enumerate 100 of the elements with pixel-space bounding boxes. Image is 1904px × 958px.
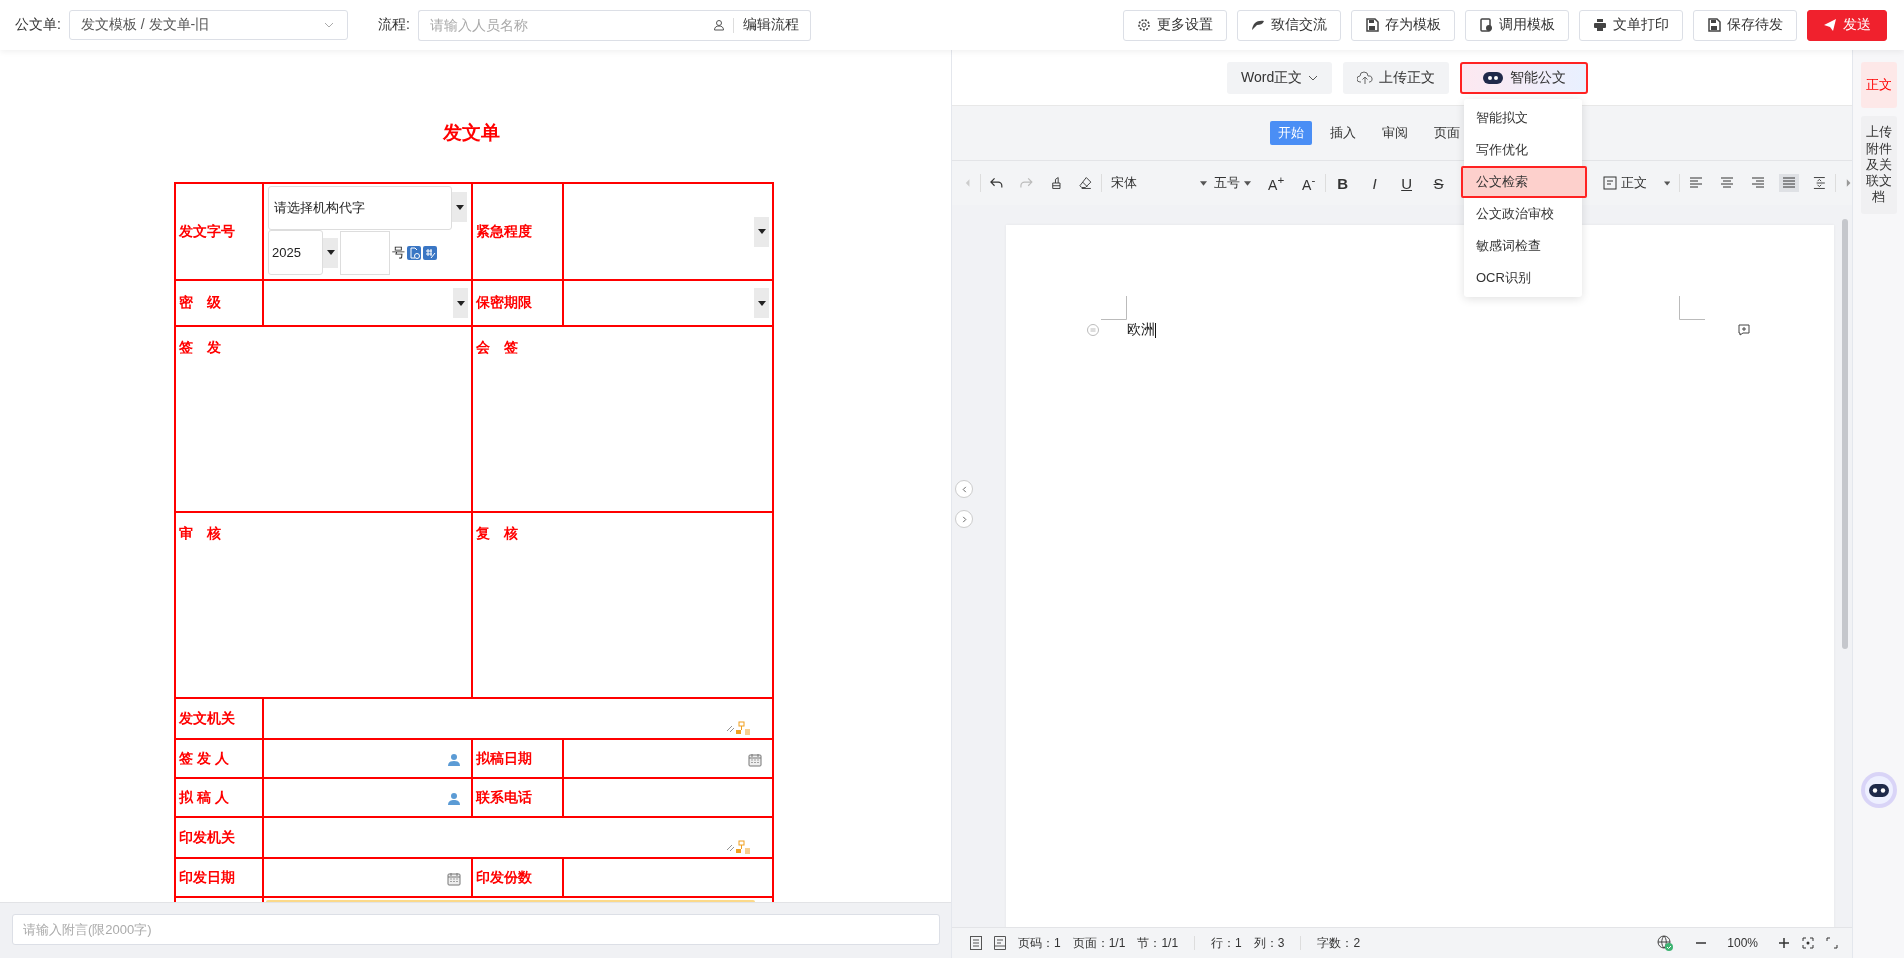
- chevron-left-icon: [960, 485, 968, 493]
- page-view-icon[interactable]: [994, 936, 1006, 950]
- zoom-in-icon[interactable]: [1778, 937, 1790, 949]
- caret-icon: [455, 204, 464, 210]
- toolbar-button[interactable]: 文单打印: [1579, 9, 1683, 41]
- flow-label: 流程:: [377, 16, 410, 34]
- menu-item[interactable]: 公文检索: [1461, 166, 1587, 198]
- format-button[interactable]: U: [1399, 174, 1415, 192]
- status-text: 列：3: [1253, 934, 1285, 952]
- format-painter-icon[interactable]: [1049, 176, 1063, 190]
- align-right-icon: [1751, 177, 1766, 189]
- toolbar-button[interactable]: 保存待发: [1693, 9, 1797, 41]
- menu-item[interactable]: OCR识别: [1464, 262, 1582, 294]
- calendar-icon[interactable]: [447, 871, 461, 886]
- caret-icon: [456, 300, 465, 306]
- org-select[interactable]: 请选择机构代字: [268, 186, 453, 230]
- margin-corner-mark: [1679, 296, 1705, 320]
- format-button[interactable]: I: [1367, 174, 1383, 192]
- field-label: 签 发: [178, 339, 221, 355]
- dropdown-button[interactable]: [453, 288, 468, 318]
- form-title: 发文单: [442, 121, 501, 145]
- font-size-button[interactable]: A$^{+}$: [1268, 173, 1285, 193]
- field-label: 紧急程度: [475, 222, 532, 239]
- number-suffix: 号: [392, 243, 405, 262]
- number-field[interactable]: [340, 230, 390, 275]
- save-icon: [1707, 18, 1721, 32]
- menu-item[interactable]: 公文政治审校: [1464, 198, 1582, 230]
- editor-mode-button[interactable]: Word正文: [1227, 61, 1333, 94]
- format-button[interactable]: B: [1335, 174, 1351, 192]
- field-label: 审 核: [178, 525, 221, 541]
- status-text: 字数：2: [1317, 934, 1361, 952]
- ribbon-tab[interactable]: 插入: [1322, 121, 1364, 145]
- outline-icon[interactable]: [970, 936, 982, 950]
- status-text: 页面：1/1: [1072, 934, 1126, 952]
- field-label: 印发份数: [475, 868, 532, 885]
- globe-check-icon[interactable]: [1657, 935, 1674, 951]
- gear-icon: [1137, 18, 1151, 32]
- toolbar-button[interactable]: 调用模板: [1465, 9, 1569, 41]
- memo-field[interactable]: 请输入附言(限2000字): [12, 914, 940, 945]
- person-icon[interactable]: [447, 752, 461, 767]
- robot-icon: [1482, 69, 1505, 86]
- robot-assistant-icon[interactable]: [1861, 772, 1897, 808]
- field-label: 发文机关: [178, 709, 235, 726]
- caret-icon[interactable]: [1663, 180, 1671, 186]
- field-label: 复 核: [475, 525, 518, 541]
- toolbar-button[interactable]: 致信交流: [1237, 9, 1341, 41]
- dropdown-button[interactable]: [323, 237, 338, 268]
- dropdown-button[interactable]: [754, 288, 769, 318]
- form-label: 公文单:: [15, 16, 61, 34]
- font-size-button[interactable]: A$^{-}$: [1301, 173, 1317, 193]
- toolbar-button[interactable]: 更多设置: [1123, 9, 1227, 41]
- field-label: 拟稿日期: [475, 749, 532, 766]
- format-button[interactable]: S: [1431, 174, 1447, 192]
- menu-item[interactable]: 敏感词检查: [1464, 230, 1582, 262]
- field-label: 印发日期: [178, 868, 235, 885]
- line-spacing-icon[interactable]: [1813, 176, 1826, 190]
- calendar-icon[interactable]: [748, 752, 762, 767]
- fit-page-icon[interactable]: [1802, 937, 1814, 949]
- person-icon[interactable]: [447, 791, 461, 806]
- add-document-icon[interactable]: [407, 245, 421, 260]
- comment-icon[interactable]: [1738, 324, 1750, 336]
- field-label: 密 级: [178, 294, 221, 310]
- field-label: 印发机关: [178, 828, 235, 845]
- eraser-icon[interactable]: [1079, 176, 1093, 190]
- fullscreen-icon[interactable]: [1826, 937, 1838, 949]
- template-select[interactable]: 发文模板 / 发文单-旧: [68, 10, 348, 40]
- side-tab[interactable]: 上传附件及关联文档: [1860, 116, 1897, 214]
- align-left-icon: [1689, 177, 1704, 189]
- toolbar-button[interactable]: 存为模板: [1351, 9, 1455, 41]
- document-text[interactable]: 欧洲: [1127, 321, 1155, 339]
- paragraph-handle-icon[interactable]: [1087, 324, 1099, 336]
- zoom-level: 100%: [1727, 936, 1758, 950]
- edit-number-icon[interactable]: [423, 245, 437, 260]
- field-label: 会 签: [475, 339, 518, 355]
- toolbar-button[interactable]: 发送: [1807, 9, 1887, 41]
- cloud-upload-icon: [1357, 70, 1374, 85]
- font-size-select[interactable]: 五号: [1214, 174, 1252, 192]
- printer-icon: [1593, 18, 1607, 32]
- field-label: 保密期限: [475, 294, 532, 310]
- font-select[interactable]: 宋体: [1111, 174, 1208, 192]
- scrollbar[interactable]: [1842, 219, 1848, 649]
- editor-mode-button[interactable]: 智能公文: [1460, 61, 1589, 94]
- status-text: 行：1: [1211, 934, 1242, 952]
- dropdown-button[interactable]: [754, 216, 769, 247]
- align-button[interactable]: [1779, 174, 1800, 192]
- save-icon: [1365, 18, 1379, 32]
- align-center-icon: [1720, 177, 1735, 189]
- field-label: 拟 稿 人: [178, 788, 229, 805]
- caret-icon: [326, 250, 335, 255]
- chevron-right-icon: [960, 515, 968, 523]
- status-text: 节：1/1: [1137, 934, 1179, 952]
- dropdown-button[interactable]: [452, 192, 467, 222]
- undo-icon[interactable]: [990, 176, 1003, 190]
- editor-mode-button[interactable]: 上传正文: [1343, 61, 1450, 94]
- text-box-icon: [1602, 176, 1617, 190]
- ribbon-tab[interactable]: 审阅: [1374, 121, 1416, 145]
- leaf-icon: [1251, 18, 1265, 32]
- caret-icon: [1244, 180, 1252, 186]
- paragraph-style-select[interactable]: 正文: [1602, 174, 1647, 192]
- field-label: 签 发 人: [178, 749, 229, 766]
